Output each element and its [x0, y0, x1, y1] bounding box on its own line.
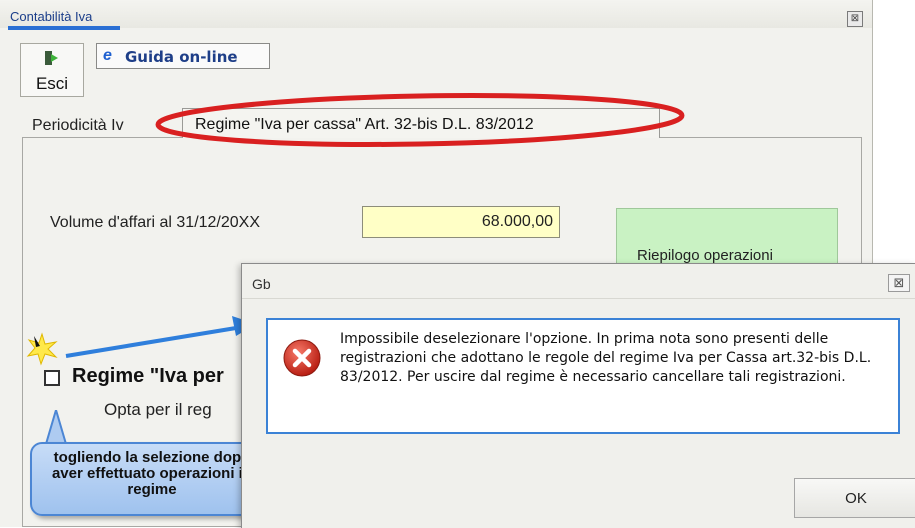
error-dialog: Gb ⊠ Impossibile deselezionare l'opzione…	[241, 263, 915, 528]
dialog-title: Gb	[252, 276, 271, 292]
message-box: Impossibile deselezionare l'opzione. In …	[266, 318, 900, 434]
error-message: Impossibile deselezionare l'opzione. In …	[340, 331, 872, 385]
ok-button[interactable]: OK	[794, 478, 915, 518]
annotation-callout: togliendo la selezione dopo aver effettu…	[30, 442, 266, 516]
dialog-close-icon[interactable]: ⊠	[888, 274, 910, 292]
dialog-titlebar: Gb ⊠	[242, 264, 915, 299]
callout-text: togliendo la selezione dopo aver effettu…	[51, 449, 253, 498]
error-icon	[283, 339, 321, 377]
ok-label: OK	[845, 490, 867, 507]
